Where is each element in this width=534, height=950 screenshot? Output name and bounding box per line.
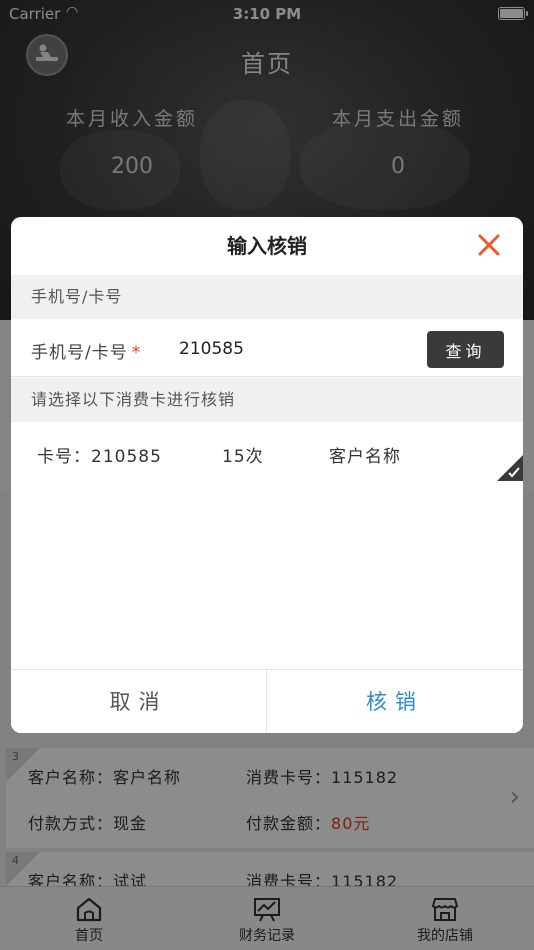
required-mark: * [131, 343, 142, 363]
verify-dialog: 输入核销 手机号/卡号 手机号/卡号* 查询 请选择以下消费卡进行核销 卡号：2… [11, 217, 523, 733]
dialog-footer: 取消 核销 [11, 669, 523, 733]
phone-card-input-row: 手机号/卡号* 查询 [11, 321, 523, 377]
query-button[interactable]: 查询 [427, 331, 504, 368]
card-times: 15次 [222, 447, 264, 467]
consumption-card-item[interactable]: 卡号：210585 15次 客户名称 [11, 423, 523, 481]
card-number: 卡号：210585 [37, 447, 162, 467]
section-phone-header: 手机号/卡号 [11, 275, 523, 319]
phone-card-label: 手机号/卡号 * [31, 343, 142, 363]
dialog-title: 输入核销 [227, 234, 307, 258]
selected-check-icon [497, 455, 523, 481]
close-icon[interactable] [475, 231, 503, 259]
verify-confirm-button[interactable]: 核销 [267, 670, 523, 733]
cancel-button[interactable]: 取消 [11, 670, 267, 733]
phone-card-input[interactable] [179, 333, 409, 365]
section-select-header: 请选择以下消费卡进行核销 [11, 378, 523, 422]
card-customer-name: 客户名称 [329, 447, 401, 467]
